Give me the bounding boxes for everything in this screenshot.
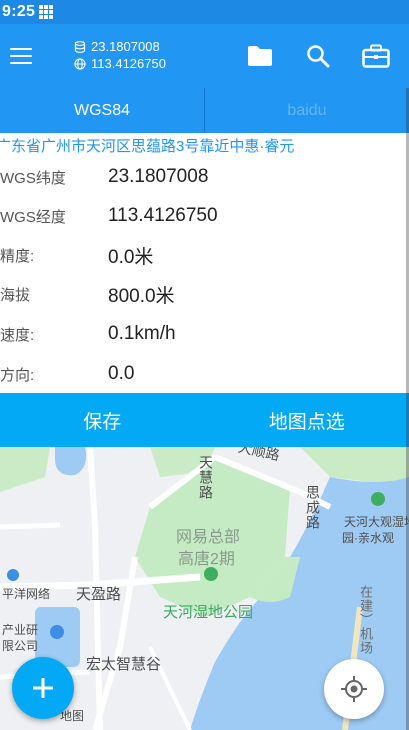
- info-value: 0.1km/h: [108, 323, 176, 344]
- map-pick-button[interactable]: 地图点选: [205, 393, 409, 447]
- status-time: 9:25: [2, 3, 36, 20]
- add-button[interactable]: [12, 657, 74, 719]
- map-label: 产业研: [2, 623, 39, 637]
- map-label: 网易总部: [176, 529, 241, 546]
- info-label: WGS纬度: [0, 169, 66, 187]
- map-label: 思成路: [305, 485, 321, 530]
- map-label: 天河湿地公园: [163, 604, 254, 621]
- info-label: 海拔: [0, 286, 31, 304]
- coordinate-tabs: WGS84 baidu: [0, 88, 409, 133]
- map-label: 平洋网络: [2, 587, 51, 601]
- database-icon: [74, 40, 86, 53]
- map-label: 限公司: [2, 639, 39, 653]
- tab-baidu[interactable]: baidu: [204, 88, 409, 133]
- tab-wgs84[interactable]: WGS84: [0, 88, 204, 133]
- locate-button[interactable]: [324, 659, 384, 719]
- info-row-altitude: 海拔 800.0米: [0, 275, 409, 313]
- map-label: 园·亲水观: [342, 531, 394, 545]
- notification-grid-icon: [39, 5, 54, 19]
- info-label: 速度:: [0, 326, 35, 344]
- info-value: 0.0: [108, 363, 135, 384]
- action-bar: 保存 地图点选: [0, 393, 409, 447]
- info-row-accuracy: 精度: 0.0米: [0, 236, 409, 274]
- info-row-direction: 方向: 0.0: [0, 355, 409, 393]
- info-label: WGS经度: [0, 208, 66, 226]
- latitude-row: 23.1807008: [74, 38, 166, 55]
- map-label: 天盈路: [76, 586, 122, 603]
- coordinate-summary: 23.1807008 113.4126750: [74, 38, 166, 72]
- plus-icon: [33, 678, 53, 698]
- info-label: 方向:: [0, 366, 35, 384]
- info-row-longitude: WGS经度 113.4126750: [0, 197, 409, 235]
- longitude-row: 113.4126750: [74, 55, 166, 72]
- info-value: 113.4126750: [108, 205, 218, 226]
- search-icon[interactable]: [303, 41, 333, 71]
- latitude-value: 23.1807008: [91, 39, 160, 54]
- map-label: 天河大观湿地: [344, 515, 409, 529]
- info-label: 精度:: [0, 247, 35, 265]
- status-bar: 9:25: [0, 0, 409, 24]
- info-row-latitude: WGS纬度 23.1807008: [0, 158, 409, 196]
- address-text: 广东省广州市天河区思蕴路3号靠近中惠·睿元: [0, 138, 295, 155]
- map-label: 高唐2期: [178, 551, 235, 568]
- screen: 9:25 23.1807008 113.4126750 WGS84 baidu …: [0, 0, 409, 730]
- globe-icon: [74, 57, 86, 70]
- info-row-speed: 速度: 0.1km/h: [0, 315, 409, 353]
- crosshair-icon: [341, 676, 367, 702]
- app-bar: 23.1807008 113.4126750: [0, 24, 409, 88]
- map-label: 天慧路: [198, 455, 214, 500]
- briefcase-icon[interactable]: [361, 41, 391, 71]
- info-value: 800.0米: [108, 285, 175, 307]
- longitude-value: 113.4126750: [91, 56, 166, 71]
- save-button[interactable]: 保存: [0, 393, 205, 447]
- folder-icon[interactable]: [245, 41, 275, 71]
- map-label: 宏太智慧谷: [86, 656, 162, 673]
- info-value: 23.1807008: [108, 166, 209, 187]
- info-value: 0.0米: [108, 246, 154, 268]
- menu-icon[interactable]: [10, 42, 40, 70]
- map-label: 在建）机场: [358, 585, 373, 655]
